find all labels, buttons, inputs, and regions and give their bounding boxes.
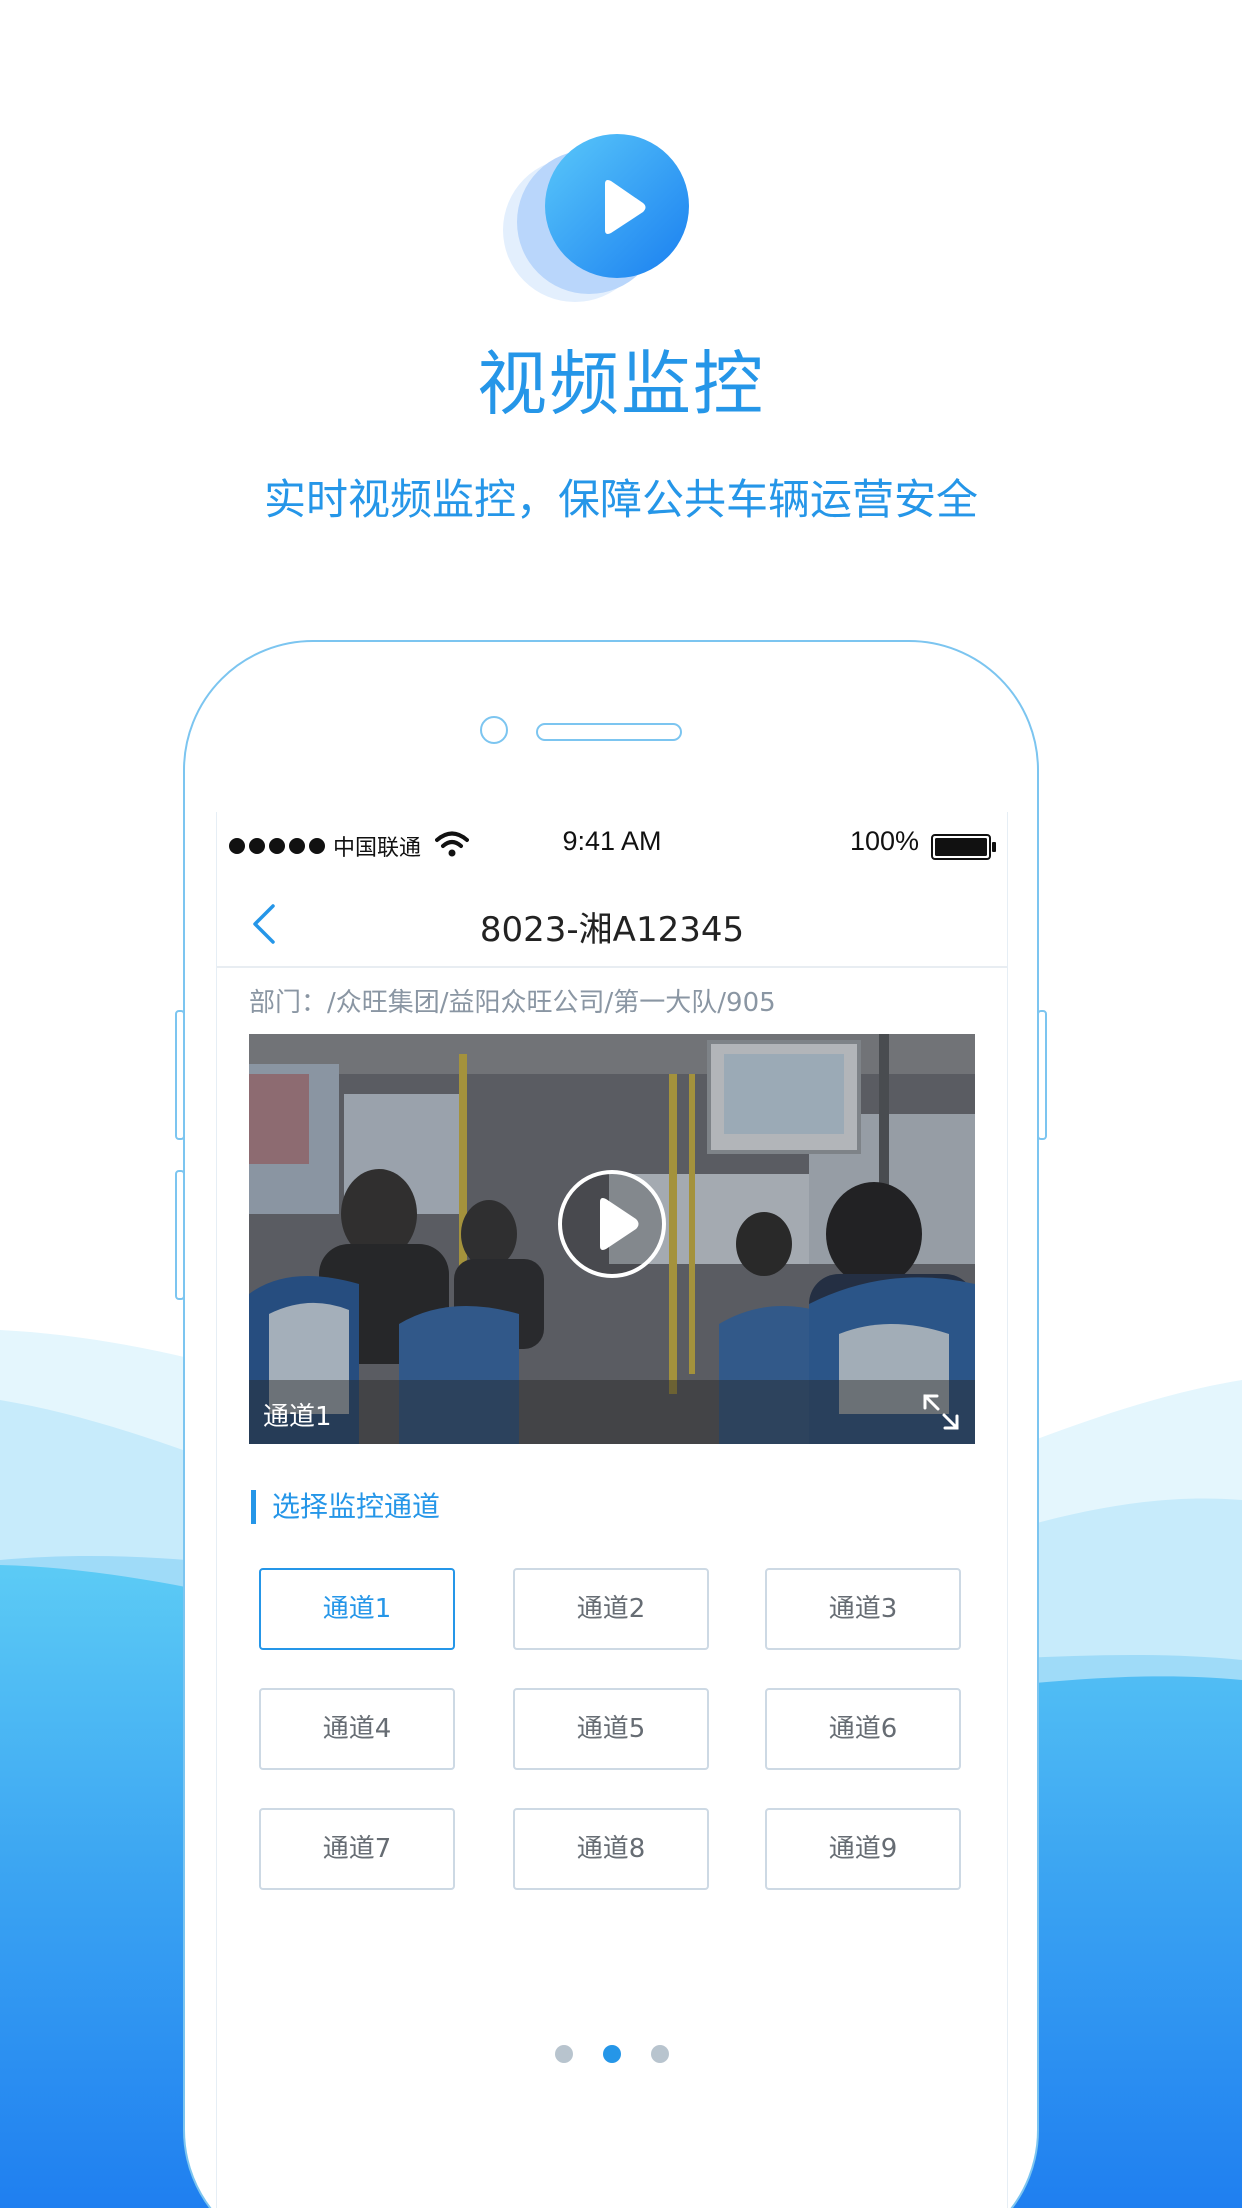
channel-button-4[interactable]: 通道4 (259, 1688, 455, 1770)
channel-button-1[interactable]: 通道1 (259, 1568, 455, 1650)
channel-button-2[interactable]: 通道2 (513, 1568, 709, 1650)
expand-icon[interactable] (921, 1392, 961, 1432)
channel-button-9[interactable]: 通道9 (765, 1808, 961, 1890)
channel-section-title: 选择监控通道 (251, 1490, 440, 1524)
play-circle-icon[interactable] (556, 1168, 668, 1280)
battery-icon (931, 834, 996, 860)
channel-button-8[interactable]: 通道8 (513, 1808, 709, 1890)
video-player[interactable]: 通道1 (249, 1034, 975, 1444)
battery-percent: 100% (849, 826, 919, 856)
hero-subtitle: 实时视频监控，保障公共车辆运营安全 (263, 475, 978, 524)
video-app-icon (503, 134, 689, 302)
vehicle-title: 8023-湘A12345 (479, 910, 745, 950)
video-overlay-bar: 通道1 (249, 1380, 975, 1444)
page-indicator (217, 2045, 1007, 2063)
phone-speaker (536, 723, 682, 741)
channel-button-3[interactable]: 通道3 (765, 1568, 961, 1650)
page-dot-active[interactable] (603, 2045, 621, 2063)
channel-button-5[interactable]: 通道5 (513, 1688, 709, 1770)
hero-title: 视频监控 (477, 343, 765, 425)
page-dot[interactable] (555, 2045, 573, 2063)
department-path: 部门：/众旺集团/益阳众旺公司/第一大队/905 (249, 988, 776, 1018)
status-bar: 中国联通 9:41 AM 100% (217, 812, 1007, 882)
promo-page: 视频监控 实时视频监控，保障公共车辆运营安全 中国联通 9:41 AM 100% (0, 0, 1242, 2208)
channel-button-6[interactable]: 通道6 (765, 1688, 961, 1770)
nav-bar: 8023-湘A12345 (217, 882, 1007, 968)
phone-camera (480, 716, 508, 744)
video-channel-label: 通道1 (263, 1402, 332, 1432)
channel-button-7[interactable]: 通道7 (259, 1808, 455, 1890)
page-dot[interactable] (651, 2045, 669, 2063)
phone-screen: 中国联通 9:41 AM 100% 8023-湘A12345 部门：/众旺集团/… (216, 812, 1008, 2208)
